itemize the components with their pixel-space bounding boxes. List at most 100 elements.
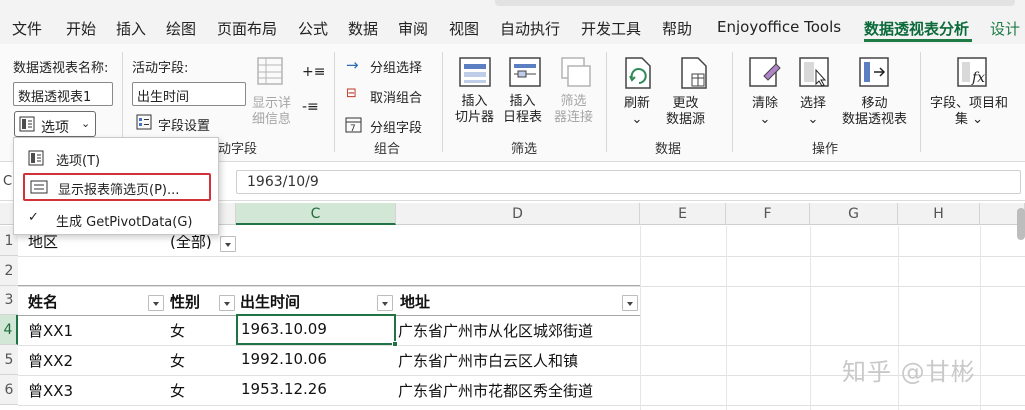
field-settings-button[interactable]: 字段设置	[158, 115, 210, 134]
pivot-name-input[interactable]: 数据透视表1	[13, 82, 113, 106]
select-icon	[799, 57, 829, 87]
table-cell[interactable]: 曾XX2	[28, 350, 73, 371]
group-selection-button[interactable]: 分组选择	[370, 57, 422, 76]
table-cell[interactable]: 女	[170, 320, 185, 341]
checkmark-icon: ✓	[28, 210, 39, 225]
column-header-f[interactable]: F	[726, 203, 810, 225]
tab-enjoyoffice[interactable]: Enjoyoffice Tools	[717, 18, 841, 36]
tab-view[interactable]: 视图	[449, 18, 479, 39]
svg-text:7: 7	[350, 124, 356, 133]
watermark: 知乎 @甘彬	[842, 358, 976, 386]
group-field-button[interactable]: 分组字段	[370, 117, 422, 136]
tab-review[interactable]: 审阅	[398, 18, 428, 39]
fields-items-icon: fx	[957, 57, 987, 87]
title-bar-edge	[495, 0, 1015, 6]
tab-file[interactable]: 文件	[12, 18, 42, 39]
report-filter-dropdown-icon[interactable]	[220, 236, 236, 252]
table-cell[interactable]: 曾XX3	[28, 380, 73, 401]
clear-button[interactable]: 清除 ⌄	[752, 96, 778, 128]
table-cell[interactable]: 女	[170, 350, 185, 371]
menu-bar: 文件 开始 插入 绘图 页面布局 公式 数据 审阅 视图 自动执行 开发工具 帮…	[0, 0, 1025, 44]
formula-input[interactable]: 1963/10/9	[236, 170, 1021, 194]
tab-home[interactable]: 开始	[66, 18, 96, 39]
gridline	[18, 345, 1025, 346]
tab-developer[interactable]: 开发工具	[581, 18, 641, 39]
table-cell[interactable]: 广东省广州市白云区人和镇	[398, 350, 578, 371]
pivot-name-label: 数据透视表名称:	[13, 61, 109, 76]
row-header-6[interactable]: 6	[0, 375, 18, 405]
address-filter-icon[interactable]	[622, 295, 638, 311]
gender-filter-icon[interactable]	[219, 295, 235, 311]
move-pivot-line1: 移动	[861, 96, 888, 111]
vertical-scrollbar-thumb[interactable]	[1017, 208, 1025, 240]
group-divider	[920, 52, 921, 152]
column-header-d[interactable]: D	[396, 203, 640, 225]
menu-item-generate-getpivotdata[interactable]: ✓ 生成 GetPivotData(G)	[14, 205, 220, 233]
column-header-c[interactable]: C	[236, 203, 396, 225]
refresh-button[interactable]: 刷新 ⌄	[624, 96, 650, 128]
tab-design[interactable]: 设计	[990, 18, 1020, 39]
chevron-down-icon: ⌄	[972, 112, 984, 127]
table-cell[interactable]: 广东省广州市从化区城郊街道	[398, 320, 593, 341]
row-header-2[interactable]: 2	[0, 256, 18, 286]
name-filter-icon[interactable]	[148, 295, 164, 311]
tab-data[interactable]: 数据	[348, 18, 378, 39]
fill-handle[interactable]	[392, 341, 398, 347]
gridline	[726, 226, 727, 410]
change-source-button[interactable]: 更改 数据源	[666, 96, 705, 128]
select-label: 选择	[800, 96, 827, 111]
clear-icon	[749, 57, 781, 87]
options-button[interactable]: 选项 ⌄	[14, 111, 96, 137]
table-cell[interactable]: 1953.12.26	[241, 380, 327, 398]
menu-item-show-report-filter-pages[interactable]: 显示报表筛选页(P)...	[23, 173, 211, 201]
header-gender: 性别	[170, 293, 201, 311]
header-address: 地址	[400, 293, 431, 311]
actions-group-label: 操作	[812, 142, 839, 157]
options-dropdown-menu: 选项(T) 显示报表筛选页(P)... ✓ 生成 GetPivotData(G)	[13, 137, 219, 235]
row-header-5[interactable]: 5	[0, 345, 18, 375]
insert-timeline-button[interactable]: 插入 日程表	[503, 94, 542, 126]
header-name: 姓名	[28, 293, 59, 311]
gridline	[18, 405, 1025, 406]
tab-pivot-analyze[interactable]: 数据透视表分析	[864, 18, 969, 39]
table-cell[interactable]: 曾XX1	[28, 320, 73, 341]
insert-slicer-button[interactable]: 插入 切片器	[455, 94, 494, 126]
show-detail-line1: 显示详	[252, 96, 292, 111]
table-cell[interactable]: 女	[170, 380, 185, 401]
menu-item-options[interactable]: 选项(T)	[14, 144, 220, 172]
table-cell[interactable]: 1992.10.06	[241, 350, 327, 368]
clear-label: 清除	[752, 96, 779, 111]
tab-help[interactable]: 帮助	[662, 18, 692, 39]
expand-field-icon[interactable]: +≡	[302, 64, 325, 80]
tab-automate[interactable]: 自动执行	[500, 18, 560, 39]
move-pivot-button[interactable]: 移动 数据透视表	[842, 96, 907, 128]
row-header-4[interactable]: 4	[0, 315, 18, 345]
filter-connections-icon	[561, 57, 591, 87]
select-button[interactable]: 选择 ⌄	[800, 96, 826, 128]
tab-draw[interactable]: 绘图	[166, 18, 196, 39]
table-cell[interactable]: 广东省广州市花都区秀全街道	[398, 380, 593, 401]
data-group-label: 数据	[655, 142, 682, 157]
filter-connections-button[interactable]: 筛选 器连接	[554, 94, 593, 126]
table-header-border	[18, 285, 640, 286]
insert-slicer-line2: 切片器	[455, 110, 495, 125]
tab-insert[interactable]: 插入	[116, 18, 146, 39]
show-detail-icon	[257, 57, 283, 85]
collapse-field-icon[interactable]: -≡	[302, 99, 319, 115]
active-field-input[interactable]: 出生时间	[132, 82, 246, 106]
row-header-3[interactable]: 3	[0, 286, 18, 315]
chevron-down-icon: ⌄	[759, 112, 771, 127]
move-pivot-icon	[859, 57, 889, 87]
arrow-right-icon: →	[346, 56, 359, 74]
ungroup-button[interactable]: 取消组合	[370, 87, 422, 106]
fields-items-sets-button[interactable]: 字段、项目和 集 ⌄	[930, 96, 1008, 128]
birth-date-filter-icon[interactable]	[377, 295, 393, 311]
column-header-h[interactable]: H	[898, 203, 980, 225]
column-header-g[interactable]: G	[810, 203, 898, 225]
tab-formulas[interactable]: 公式	[298, 18, 328, 39]
show-detail-button[interactable]: 显示详 细信息	[252, 96, 291, 128]
tab-page-layout[interactable]: 页面布局	[217, 18, 277, 39]
options-icon	[19, 116, 35, 132]
menu-item-label: 选项(T)	[56, 154, 101, 169]
column-header-e[interactable]: E	[640, 203, 726, 225]
